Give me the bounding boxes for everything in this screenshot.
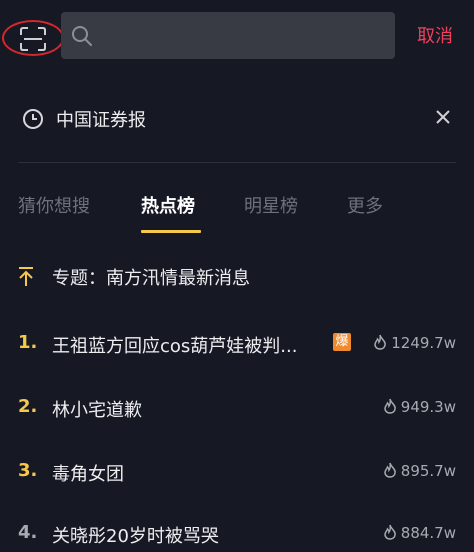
trending-item-2[interactable]: 2. 林小宅道歉 949.3w: [0, 392, 474, 426]
heat-value: 949.3w: [383, 398, 456, 416]
divider: [18, 162, 456, 163]
heat-text: 895.7w: [400, 462, 456, 480]
tab-bar: 猜你想搜 热点榜 明星榜 更多: [0, 188, 474, 238]
rank-number: 2.: [18, 396, 38, 417]
search-box[interactable]: [61, 12, 395, 61]
flame-icon: [384, 398, 396, 414]
scan-icon: [20, 27, 46, 51]
hot-badge: 爆: [333, 333, 351, 351]
heat-value: 884.7w: [383, 524, 456, 542]
heat-value: 1249.7w: [373, 334, 456, 352]
tab-more[interactable]: 更多: [347, 192, 383, 218]
heat-text: 1249.7w: [391, 334, 456, 352]
search-history-item[interactable]: 中国证券报: [0, 96, 474, 144]
flame-icon: [384, 524, 396, 540]
pin-top-icon: [19, 267, 33, 286]
search-input[interactable]: [101, 12, 391, 61]
close-icon[interactable]: [433, 107, 453, 127]
history-term: 中国证券报: [56, 110, 146, 131]
trending-item-3[interactable]: 3. 毒角女团 895.7w: [0, 456, 474, 490]
rank-number: 4.: [18, 522, 38, 543]
tab-hot-list[interactable]: 热点榜: [141, 192, 195, 218]
search-icon: [72, 26, 92, 46]
trending-title: 王祖蓝方回应cos葫芦娃被判...: [52, 336, 298, 357]
trending-title: 毒角女团: [52, 464, 124, 485]
heat-text: 949.3w: [400, 398, 456, 416]
pinned-topic[interactable]: 专题：南方汛情最新消息: [0, 262, 474, 292]
flame-icon: [384, 462, 396, 478]
scan-button[interactable]: [2, 20, 66, 60]
trending-title: 关晓彤20岁时被骂哭: [52, 526, 219, 547]
active-tab-indicator: [141, 230, 201, 233]
top-bar: 取消: [0, 0, 474, 72]
cancel-button[interactable]: 取消: [417, 22, 453, 48]
flame-icon: [374, 334, 387, 350]
pinned-topic-title: 专题：南方汛情最新消息: [52, 268, 250, 289]
trending-item-1[interactable]: 1. 王祖蓝方回应cos葫芦娃被判... 爆 1249.7w: [0, 328, 474, 362]
trending-item-4[interactable]: 4. 关晓彤20岁时被骂哭 884.7w: [0, 518, 474, 552]
heat-text: 884.7w: [400, 524, 456, 542]
rank-number: 1.: [18, 332, 38, 353]
trending-title: 林小宅道歉: [52, 400, 142, 421]
heat-value: 895.7w: [383, 462, 456, 480]
clock-icon: [23, 109, 43, 129]
rank-number: 3.: [18, 460, 38, 481]
tab-guess[interactable]: 猜你想搜: [18, 192, 90, 218]
tab-star-list[interactable]: 明星榜: [244, 192, 298, 218]
